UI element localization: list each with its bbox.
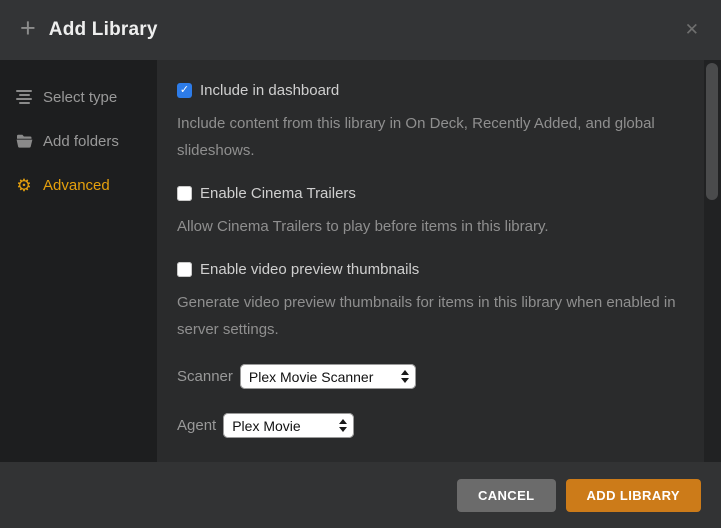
enable-cinema-trailers-label: Enable Cinema Trailers xyxy=(200,185,356,202)
dialog-body: Select type Add folders ⚙ Advanced xyxy=(0,60,721,462)
select-stepper-icon xyxy=(329,419,347,432)
agent-select[interactable]: Plex Movie xyxy=(223,413,354,438)
include-in-dashboard-description: Include content from this library in On … xyxy=(177,110,691,164)
enable-cinema-trailers-row[interactable]: ✓ Enable Cinema Trailers xyxy=(177,185,691,202)
enable-cinema-trailers-description: Allow Cinema Trailers to play before ite… xyxy=(177,213,691,240)
enable-video-previews-checkbox[interactable]: ✓ xyxy=(177,262,192,277)
sidebar-item-advanced[interactable]: ⚙ Advanced xyxy=(0,170,157,200)
cancel-button[interactable]: CANCEL xyxy=(457,479,556,512)
scanner-label: Scanner xyxy=(177,368,233,385)
select-stepper-icon xyxy=(391,370,409,383)
scanner-row: Scanner Plex Movie Scanner xyxy=(177,364,691,389)
add-library-dialog: + Add Library ✕ Select type Add folders xyxy=(0,0,721,528)
advanced-settings-panel: ✓ Include in dashboard Include content f… xyxy=(157,60,721,462)
scanner-selected-value: Plex Movie Scanner xyxy=(249,369,374,385)
scrollbar-track[interactable] xyxy=(704,60,721,462)
folder-icon xyxy=(14,134,34,148)
enable-cinema-trailers-checkbox[interactable]: ✓ xyxy=(177,186,192,201)
gear-icon: ⚙ xyxy=(14,177,34,194)
agent-label: Agent xyxy=(177,417,216,434)
dialog-header: + Add Library ✕ xyxy=(0,0,721,60)
plus-icon: + xyxy=(20,15,36,42)
scanner-select[interactable]: Plex Movie Scanner xyxy=(240,364,416,389)
include-in-dashboard-checkbox[interactable]: ✓ xyxy=(177,83,192,98)
sidebar-item-label: Add folders xyxy=(43,133,119,150)
sidebar-item-select-type[interactable]: Select type xyxy=(0,82,157,112)
checkmark-icon: ✓ xyxy=(180,85,189,96)
list-lines-icon xyxy=(14,90,34,104)
include-in-dashboard-row[interactable]: ✓ Include in dashboard xyxy=(177,82,691,99)
wizard-sidebar: Select type Add folders ⚙ Advanced xyxy=(0,60,157,462)
scrollbar-thumb[interactable] xyxy=(706,63,718,200)
enable-video-previews-row[interactable]: ✓ Enable video preview thumbnails xyxy=(177,261,691,278)
close-icon[interactable]: ✕ xyxy=(681,16,703,44)
enable-video-previews-description: Generate video preview thumbnails for it… xyxy=(177,289,691,343)
include-in-dashboard-label: Include in dashboard xyxy=(200,82,339,99)
dialog-footer: CANCEL ADD LIBRARY xyxy=(0,462,721,528)
sidebar-item-add-folders[interactable]: Add folders xyxy=(0,126,157,156)
sidebar-item-label: Select type xyxy=(43,89,117,106)
dialog-title: Add Library xyxy=(49,19,158,41)
add-library-button[interactable]: ADD LIBRARY xyxy=(566,479,701,512)
agent-row: Agent Plex Movie xyxy=(177,413,691,438)
sidebar-item-label: Advanced xyxy=(43,177,110,194)
enable-video-previews-label: Enable video preview thumbnails xyxy=(200,261,419,278)
agent-selected-value: Plex Movie xyxy=(232,418,300,434)
